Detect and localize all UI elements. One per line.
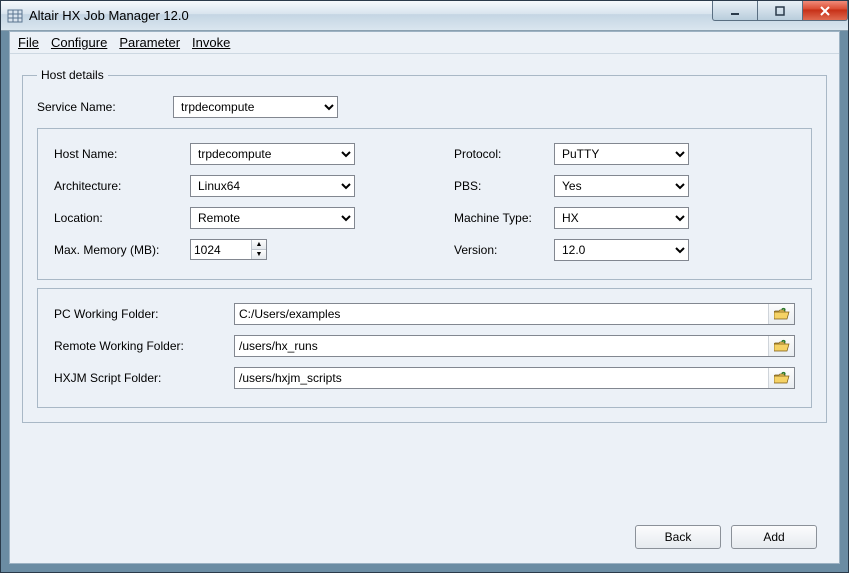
client-area: File Configure Parameter Invoke Host det… [9, 31, 840, 564]
host-name-select[interactable]: trpdecompute [190, 143, 355, 165]
pc-folder-label: PC Working Folder: [54, 307, 234, 321]
script-folder-label: HXJM Script Folder: [54, 371, 234, 385]
content: Host details Service Name: trpdecompute … [10, 54, 839, 563]
menu-parameter[interactable]: Parameter [119, 35, 180, 50]
host-details-legend: Host details [37, 68, 108, 82]
script-folder-browse-button[interactable] [768, 368, 794, 388]
menu-configure[interactable]: Configure [51, 35, 107, 50]
pbs-select[interactable]: Yes [554, 175, 689, 197]
pc-folder-browse-button[interactable] [768, 304, 794, 324]
maximize-button[interactable] [757, 1, 803, 21]
version-select[interactable]: 12.0 [554, 239, 689, 261]
remote-folder-label: Remote Working Folder: [54, 339, 234, 353]
service-name-label: Service Name: [37, 100, 173, 114]
max-memory-input[interactable] [191, 240, 251, 259]
add-button[interactable]: Add [731, 525, 817, 549]
window-controls [713, 1, 848, 21]
folder-open-icon [774, 371, 790, 385]
menubar: File Configure Parameter Invoke [10, 32, 839, 54]
spin-up-icon[interactable]: ▲ [252, 240, 266, 250]
titlebar[interactable]: Altair HX Job Manager 12.0 [1, 1, 848, 31]
max-memory-label: Max. Memory (MB): [54, 243, 190, 257]
remote-folder-input[interactable] [235, 336, 768, 356]
back-button[interactable]: Back [635, 525, 721, 549]
menu-invoke[interactable]: Invoke [192, 35, 230, 50]
close-button[interactable] [802, 1, 848, 21]
window-title: Altair HX Job Manager 12.0 [29, 8, 189, 23]
app-icon [7, 8, 23, 24]
machine-type-label: Machine Type: [454, 211, 554, 225]
folder-open-icon [774, 339, 790, 353]
protocol-label: Protocol: [454, 147, 554, 161]
folders-group: PC Working Folder: [37, 288, 812, 408]
machine-type-select[interactable]: HX [554, 207, 689, 229]
host-config-group: Host Name: trpdecompute Architecture: Li… [37, 128, 812, 280]
remote-folder-browse-button[interactable] [768, 336, 794, 356]
location-label: Location: [54, 211, 190, 225]
pc-folder-input[interactable] [235, 304, 768, 324]
minimize-button[interactable] [712, 1, 758, 21]
location-select[interactable]: Remote [190, 207, 355, 229]
host-details-group: Host details Service Name: trpdecompute … [22, 68, 827, 423]
protocol-select[interactable]: PuTTY [554, 143, 689, 165]
service-name-select[interactable]: trpdecompute [173, 96, 338, 118]
architecture-select[interactable]: Linux64 [190, 175, 355, 197]
script-folder-input[interactable] [235, 368, 768, 388]
version-label: Version: [454, 243, 554, 257]
app-window: Altair HX Job Manager 12.0 File Configur… [0, 0, 849, 573]
pbs-label: PBS: [454, 179, 554, 193]
architecture-label: Architecture: [54, 179, 190, 193]
max-memory-spinner[interactable]: ▲ ▼ [190, 239, 267, 260]
host-name-label: Host Name: [54, 147, 190, 161]
menu-file[interactable]: File [18, 35, 39, 50]
spin-down-icon[interactable]: ▼ [252, 250, 266, 259]
folder-open-icon [774, 307, 790, 321]
dialog-buttons: Back Add [635, 525, 817, 549]
